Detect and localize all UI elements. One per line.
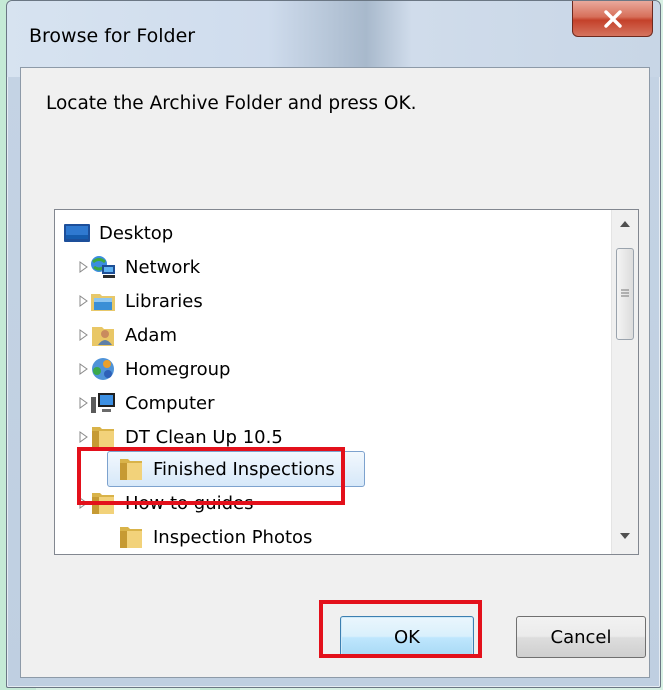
vertical-scrollbar[interactable] [611,210,638,554]
expand-arrow-icon[interactable] [79,363,89,375]
tree-item-adam[interactable]: Adam [79,318,177,352]
scrollbar-thumb[interactable] [616,248,634,340]
finished-inspections-annotation-box [77,447,345,505]
tree-item-desktop[interactable]: Desktop [63,216,173,250]
ok-annotation-box [319,600,482,658]
cancel-button[interactable]: Cancel [516,616,646,658]
tree-item-network[interactable]: Network [79,250,201,284]
folder-icon [120,527,142,548]
dialog-body: Locate the Archive Folder and press OK. … [20,67,650,678]
close-icon [603,9,622,28]
scroll-down-arrow-icon[interactable] [620,533,630,540]
expand-arrow-icon[interactable] [79,261,89,273]
scroll-up-arrow-icon[interactable] [620,220,630,227]
tree-item-inspection-photos[interactable]: Inspection Photos [117,520,312,554]
libraries-icon [91,294,115,311]
tree-item-label: Homegroup [125,358,231,380]
computer-icon [91,393,115,413]
close-button[interactable] [572,1,653,37]
tree-item-label: DT Clean Up 10.5 [125,426,283,448]
expand-arrow-icon[interactable] [79,295,89,307]
tree-item-label: Network [125,256,201,278]
expand-arrow-icon[interactable] [79,397,89,409]
tree-item-label: Desktop [99,222,174,244]
expand-arrow-icon[interactable] [79,431,89,443]
grip-icon [621,289,629,297]
tree-item-libraries[interactable]: Libraries [79,284,203,318]
tree-item-label: Libraries [125,290,203,312]
dialog-title: Browse for Folder [29,25,196,47]
browse-for-folder-dialog: Browse for Folder Locate the Archive Fol… [6,0,661,688]
title-bar[interactable]: Browse for Folder [7,1,660,77]
network-icon [91,256,115,278]
user-folder-icon [92,327,114,346]
tree-item-label: Adam [125,324,177,346]
tree-item-label: Computer [125,392,215,414]
tree-item-label: Inspection Photos [153,526,313,548]
tree-item-homegroup[interactable]: Homegroup [79,352,231,386]
instruction-text: Locate the Archive Folder and press OK. [46,93,417,114]
homegroup-icon [92,358,114,380]
expand-arrow-icon[interactable] [79,329,89,341]
tree-item-computer[interactable]: Computer [79,386,215,420]
desktop-icon [64,224,90,242]
